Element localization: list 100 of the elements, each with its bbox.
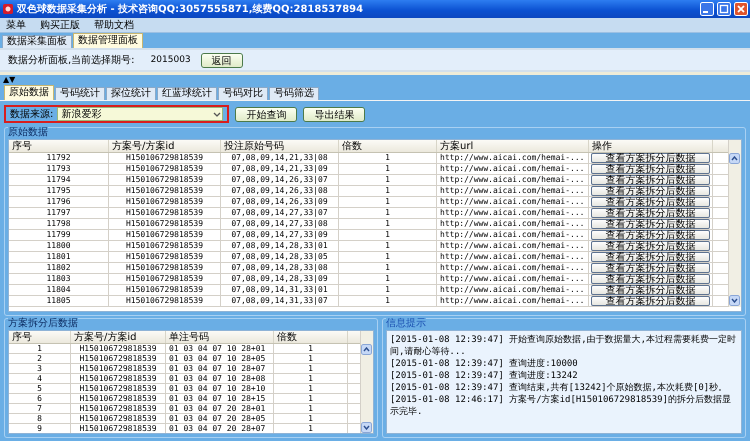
table-cell: 01 03 04 07 20 28+05 [166, 414, 274, 423]
table-cell: 07,08,09,14,27,33|07 [221, 208, 339, 218]
table-cell: 01 03 04 07 10 28+05 [166, 354, 274, 363]
table-cell: 1 [339, 252, 437, 262]
data-tab[interactable]: 号码对比 [218, 87, 268, 100]
table-cell: 01 03 04 07 10 28+01 [166, 344, 274, 353]
menu-item[interactable]: 购买正版 [40, 18, 80, 32]
maximize-button[interactable] [717, 2, 731, 16]
table-cell: http://www.aicai.com/hemai-... [437, 164, 589, 174]
table-cell: H150106729818539 [109, 208, 221, 218]
table-cell: 07,08,09,14,28,33|09 [221, 274, 339, 284]
minimize-button[interactable] [700, 2, 714, 16]
table-cell: H150106729818539 [109, 274, 221, 284]
table-cell: 2 [9, 354, 71, 363]
log-line: [2015-01-08 12:39:47] 查询进度:10000 [390, 358, 579, 370]
table-cell: H150106729818539 [71, 404, 166, 413]
table-cell: 11803 [9, 274, 109, 284]
table-cell: 11801 [9, 252, 109, 262]
column-header[interactable]: 投注原始号码 [221, 140, 339, 152]
table-cell: 01 03 04 07 20 28+07 [166, 424, 274, 433]
table-cell: 11799 [9, 230, 109, 240]
table-cell: http://www.aicai.com/hemai-... [437, 230, 589, 240]
table-cell: 11797 [9, 208, 109, 218]
table-cell: http://www.aicai.com/hemai-... [437, 274, 589, 284]
menu-item[interactable]: 菜单 [6, 18, 26, 32]
table-cell: 01 03 04 07 10 28+15 [166, 394, 274, 403]
table-cell: 6 [9, 394, 71, 403]
column-header[interactable]: 倍数 [339, 140, 437, 152]
table-cell: 1 [339, 164, 437, 174]
table-cell: 01 03 04 07 10 28+10 [166, 384, 274, 393]
table-cell: 07,08,09,14,27,33|09 [221, 230, 339, 240]
table-cell: H150106729818539 [109, 296, 221, 306]
table-cell: 07,08,09,14,26,33|09 [221, 197, 339, 207]
table-cell: 07,08,09,14,21,33|09 [221, 164, 339, 174]
table-cell: H150106729818539 [109, 175, 221, 185]
splitter-arrows[interactable]: ▲▼ [0, 75, 750, 85]
table-cell: 11794 [9, 175, 109, 185]
table-cell: H150106729818539 [109, 164, 221, 174]
table-cell: H150106729818539 [71, 344, 166, 353]
column-header[interactable]: 单注号码 [166, 331, 274, 343]
table-cell: 11805 [9, 296, 109, 306]
table-cell: 11802 [9, 263, 109, 273]
table-cell: 8 [9, 414, 71, 423]
table-cell: 07,08,09,14,26,33|08 [221, 186, 339, 196]
table-cell: 07,08,09,14,28,33|08 [221, 263, 339, 273]
table-cell: H150106729818539 [71, 374, 166, 383]
table-cell: 1 [339, 219, 437, 229]
group-title: 方案拆分后数据 [8, 318, 78, 330]
scrollbar[interactable] [360, 331, 373, 433]
table-cell: http://www.aicai.com/hemai-... [437, 296, 589, 306]
table-cell: H150106729818539 [71, 414, 166, 423]
menu-item[interactable]: 帮助文档 [94, 18, 134, 32]
table-cell: 1 [274, 404, 348, 413]
data-tab[interactable]: 红蓝球统计 [157, 87, 217, 100]
table-cell: 07,08,09,14,27,33|08 [221, 219, 339, 229]
back-button[interactable]: 返回 [200, 52, 243, 68]
export-button[interactable]: 导出结果 [303, 106, 366, 122]
data-tab[interactable]: 号码筛选 [269, 87, 319, 100]
table-cell: H150106729818539 [71, 424, 166, 433]
source-dropdown[interactable]: 新浪爱彩 [57, 107, 224, 121]
table-cell: 5 [9, 384, 71, 393]
table-cell: 07,08,09,14,31,33|01 [221, 285, 339, 295]
column-header[interactable]: 方案号/方案id [71, 331, 166, 343]
column-header[interactable]: 操作 [589, 140, 713, 152]
column-header[interactable]: 序号 [9, 331, 71, 343]
table-cell: H150106729818539 [109, 241, 221, 251]
log-line: [2015-01-08 12:39:47] 查询结束,共有[13242]个原始数据,本次耗费[0]秒。 [390, 382, 728, 394]
table-cell: 3 [9, 364, 71, 373]
table-cell: 01 03 04 07 10 28+07 [166, 364, 274, 373]
column-header[interactable]: 倍数 [274, 331, 348, 343]
scrollbar[interactable] [728, 140, 741, 307]
table-cell: 1 [274, 354, 348, 363]
table-cell: 07,08,09,14,28,33|05 [221, 252, 339, 262]
table-cell: 01 03 04 07 20 28+01 [166, 404, 274, 413]
data-tab[interactable]: 原始数据 [4, 85, 54, 100]
table-cell: 11798 [9, 219, 109, 229]
table-cell: H150106729818539 [71, 364, 166, 373]
table-cell: H150106729818539 [109, 263, 221, 273]
table-cell: http://www.aicai.com/hemai-... [437, 285, 589, 295]
log-line: [2015-01-08 12:39:47] 开始查询原始数据,由于数据量大,本过程需要耗费一定时间,请耐心等待... [390, 334, 738, 358]
close-button[interactable] [734, 2, 748, 16]
column-header[interactable]: 序号 [9, 140, 109, 152]
query-button[interactable]: 开始查询 [235, 106, 298, 122]
table-cell: H150106729818539 [109, 197, 221, 207]
table-cell: 1 [339, 263, 437, 273]
data-tab[interactable]: 探位统计 [106, 87, 156, 100]
column-header[interactable]: 方案url [437, 140, 589, 152]
panel-tab[interactable]: 数据采集面板 [2, 35, 72, 48]
table-cell: http://www.aicai.com/hemai-... [437, 219, 589, 229]
panel-tab[interactable]: 数据管理面板 [73, 33, 143, 48]
table-cell: 1 [339, 153, 437, 163]
column-header[interactable]: 方案号/方案id [109, 140, 221, 152]
source-label: 数据来源: [10, 108, 54, 121]
table-cell: http://www.aicai.com/hemai-... [437, 241, 589, 251]
table-cell: H150106729818539 [71, 384, 166, 393]
table-cell: 1 [339, 296, 437, 306]
table-cell: http://www.aicai.com/hemai-... [437, 252, 589, 262]
table-cell: H150106729818539 [71, 354, 166, 363]
log-line: [2015-01-08 12:46:17] 方案号/方案id[H150106729818539]的拆分后数据显示完毕. [390, 394, 732, 418]
data-tab[interactable]: 号码统计 [55, 87, 105, 100]
